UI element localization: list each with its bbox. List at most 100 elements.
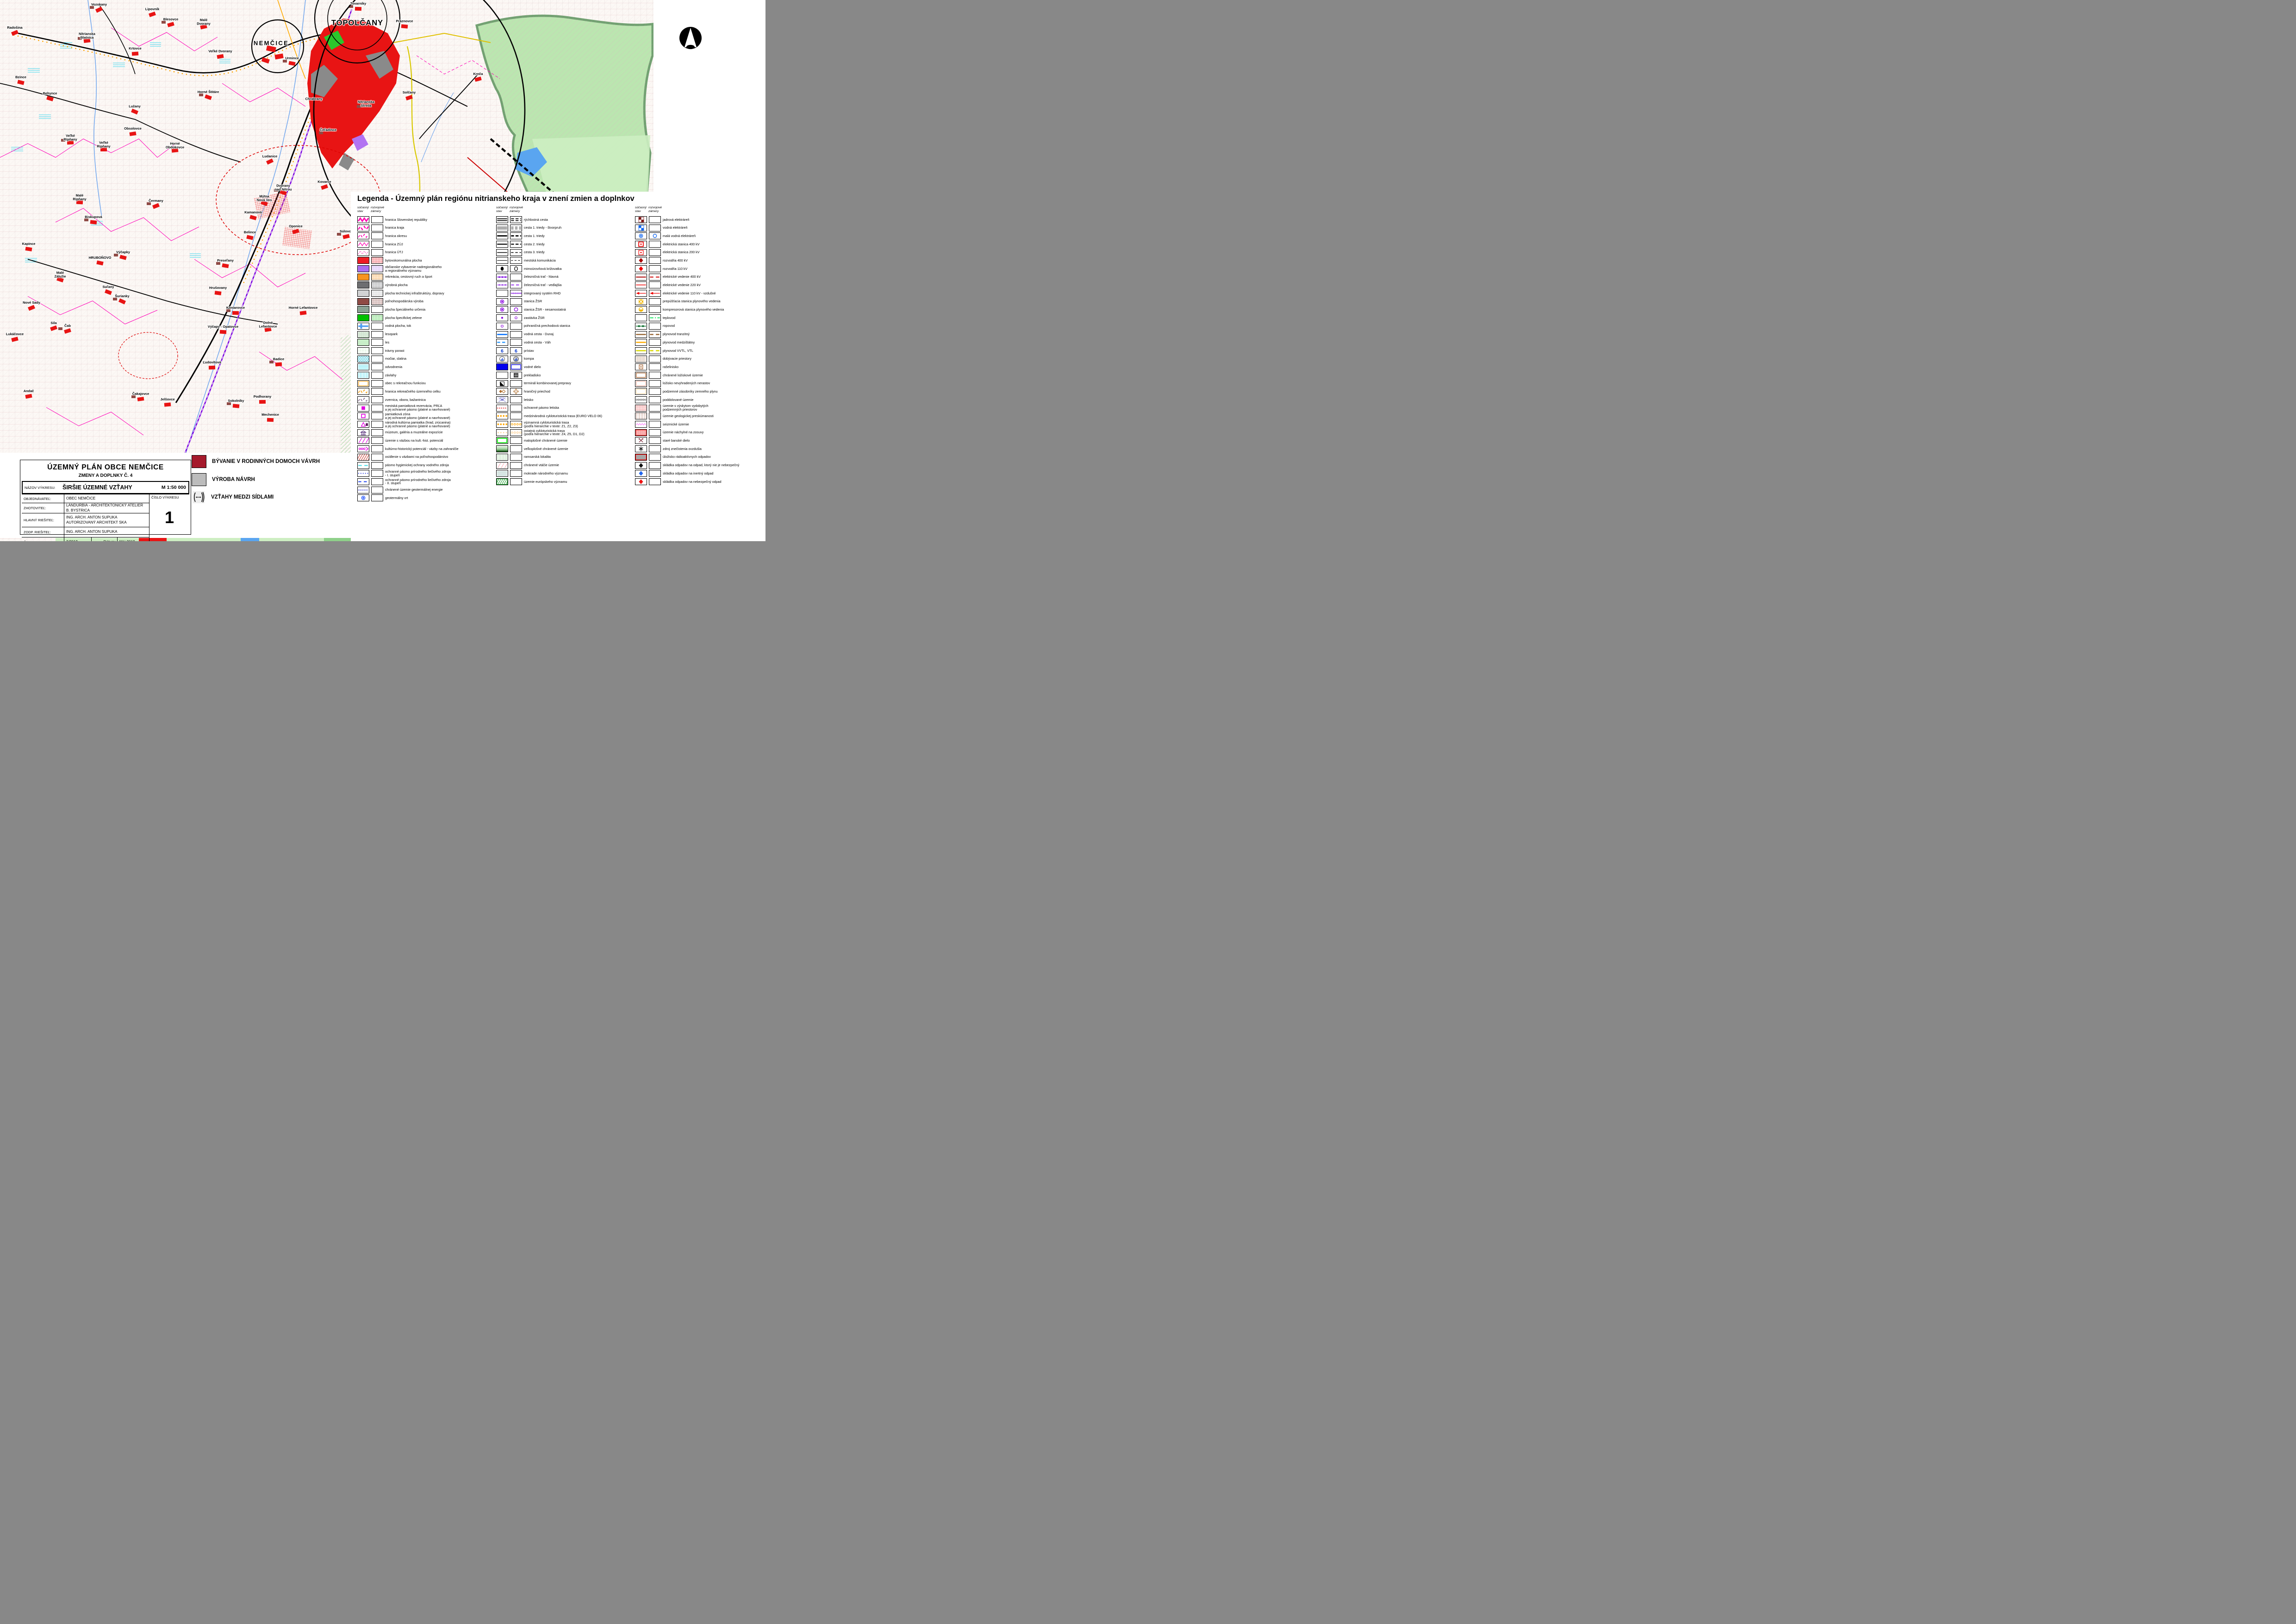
- legend-item-label: prístav: [524, 349, 534, 353]
- legend-item-label: ochranné pásmo prírodného liečivého zdro…: [385, 470, 451, 477]
- legend-item-label: elektrické vedenie 400 kV: [663, 275, 701, 279]
- legend-item: výrobná plocha: [357, 281, 492, 289]
- legend-item: chránené ložiskové územie: [635, 372, 765, 379]
- legend-swatch-planned: [649, 380, 661, 387]
- legend-item-label: hranica ZÚJ: [385, 243, 403, 246]
- legend-item-label: kompa: [524, 357, 534, 361]
- legend-item-label: chránené vtáčie územie: [524, 463, 559, 467]
- legend-swatch-planned: [510, 462, 522, 469]
- legend-swatch-current: [357, 380, 369, 387]
- legend-item: ostatná cykloturistická trasa (podľa hie…: [496, 429, 631, 437]
- legend-item: ochranné pásmo prírodného liečivého zdro…: [357, 478, 492, 486]
- legend-swatch-current: [357, 241, 369, 248]
- legend-swatch-planned: [649, 396, 661, 403]
- legend-item-label: zastávka ŽSR: [524, 316, 545, 320]
- legend-item-label: stanica ŽSR: [524, 300, 542, 303]
- legend-swatch-current: [357, 388, 369, 395]
- legend-item-label: vodná cesta - Dunaj: [524, 332, 554, 336]
- legend-swatch-planned: [510, 225, 522, 231]
- contract-label: Č. ZMLUVY:: [22, 537, 64, 541]
- legend-swatch-planned: [649, 372, 661, 379]
- drawing-name-label: NÁZOV VÝKRESU:: [23, 486, 62, 490]
- legend-swatch-current: [496, 380, 508, 387]
- legend-swatch-planned: [510, 412, 522, 419]
- legend-swatch-current: [496, 331, 508, 338]
- legend-swatch-current: [635, 281, 647, 288]
- legend-swatch-planned: [510, 396, 522, 403]
- legend-swatch-current: [635, 388, 647, 395]
- legend-swatch-planned: [649, 363, 661, 370]
- legend-item-label: kultúrno-historický potenciál - väzby na…: [385, 447, 459, 451]
- legend-swatch-planned: [371, 478, 383, 485]
- legend-swatch-planned: [371, 306, 383, 313]
- lead-architect-value: ING. ARCH. ANTON SUPUKA AUTORIZOVANÝ ARC…: [64, 513, 149, 527]
- legend-item: pohraničná prechodová stanica: [496, 323, 631, 330]
- legend-item-label: les: [385, 341, 389, 344]
- legend-swatch-current: [496, 470, 508, 477]
- legend-item-label: plynovod medzištátny: [663, 341, 695, 344]
- legend-item-label: mestská komunikácia: [524, 259, 556, 262]
- legend-item-label: ochranné pásmo prírodného liečivého zdro…: [385, 478, 451, 486]
- legend-swatch-current: [357, 487, 369, 493]
- legend-item: elektrické vedenie 400 kV: [635, 273, 765, 281]
- legend-item: cesta 1. triedy: [496, 232, 631, 240]
- legend-swatch-current: [635, 265, 647, 272]
- legend-item-label: ložisko nevyhradených nerastov: [663, 381, 710, 385]
- legend-item-label: rekreácia, cestovný ruch a šport: [385, 275, 432, 279]
- legend-item-label: mimoúrovňová križovatka: [524, 267, 562, 271]
- legend-swatch-planned: [649, 323, 661, 330]
- legend-swatch-current: [496, 281, 508, 288]
- legend-item-label: hranica ÚTJ: [385, 250, 403, 254]
- legend-item: závlahy: [357, 372, 492, 379]
- legend-item-label: územie s väzbou na kult.-hist. potenciál: [385, 439, 443, 443]
- legend-swatch-planned: [649, 257, 661, 264]
- legend-item-label: plocha špecifickej zelene: [385, 316, 422, 320]
- legend-swatch-planned: [510, 437, 522, 444]
- legend-item: zvernica, obora, bažantnica: [357, 396, 492, 404]
- legend-swatch-planned: [371, 347, 383, 354]
- legend-swatch-planned: [510, 372, 522, 379]
- legend-item-label: elektrická stanica 400 kV: [663, 243, 700, 246]
- legend-item: prekladisko: [496, 372, 631, 379]
- legend-swatch-planned: [510, 331, 522, 338]
- legend-item: ložisko nevyhradených nerastov: [635, 380, 765, 387]
- legend-swatch-current: [496, 314, 508, 321]
- sub-legend-item: BÝVANIE V RODINNÝCH DOMOCH VÁVRH: [192, 455, 351, 468]
- legend-item: ropovod: [635, 323, 765, 330]
- sub-legend-item: VZŤAHY MEDZI SÍDLAMI: [192, 491, 351, 503]
- legend-swatch-current: [635, 274, 647, 281]
- legend-swatch-planned: [371, 363, 383, 370]
- legend-swatch-current: [635, 225, 647, 231]
- legend-item-label: seizmické územie: [663, 423, 689, 426]
- legend-swatch-current: [496, 232, 508, 239]
- legend-item: podzemné zásobníky zemného plynu: [635, 388, 765, 395]
- legend-swatch-current: [635, 396, 647, 403]
- legend-swatch-planned: [371, 257, 383, 264]
- legend-swatch-planned: [371, 445, 383, 452]
- legend-item-label: hranica rekreačného územného celku: [385, 390, 441, 394]
- legend-swatch-current: [496, 225, 508, 231]
- resp-architect-label: ZODP. RIEŠITEĽ:: [22, 527, 64, 537]
- legend-swatch-planned: [371, 437, 383, 444]
- legend-item-label: staré banské dielo: [663, 439, 690, 443]
- legend-swatch-current: [496, 363, 508, 370]
- legend-swatch-current: [357, 405, 369, 412]
- legend-item: integrovaný systém RHD: [496, 290, 631, 297]
- legend-item-label: geotermálny vrt: [385, 496, 408, 500]
- legend-swatch-planned: [371, 331, 383, 338]
- contractor-label: ZHOTOVITEĽ:: [22, 503, 64, 513]
- legend-swatch-current: [635, 421, 647, 428]
- meadow-area: [532, 135, 650, 193]
- legend-swatch-planned: [510, 274, 522, 281]
- legend-swatch-current: [357, 290, 369, 297]
- legend-swatch-current: [357, 372, 369, 379]
- legend-item: elektrické vedenie 220 kV: [635, 281, 765, 289]
- legend-swatch-current: [357, 339, 369, 346]
- legend-swatch-current: [496, 388, 508, 395]
- legend-item: ochranné pásmo prírodného liečivého zdro…: [357, 470, 492, 477]
- legend-swatch-planned: [510, 421, 522, 428]
- legend-swatch-planned: [371, 323, 383, 330]
- legend-item: významná cykloturistická trasa (podľa hi…: [496, 421, 631, 428]
- legend-item: stanica ŽSR: [496, 298, 631, 306]
- legend-item: územie s výskytom vydobytých podzemných …: [635, 404, 765, 412]
